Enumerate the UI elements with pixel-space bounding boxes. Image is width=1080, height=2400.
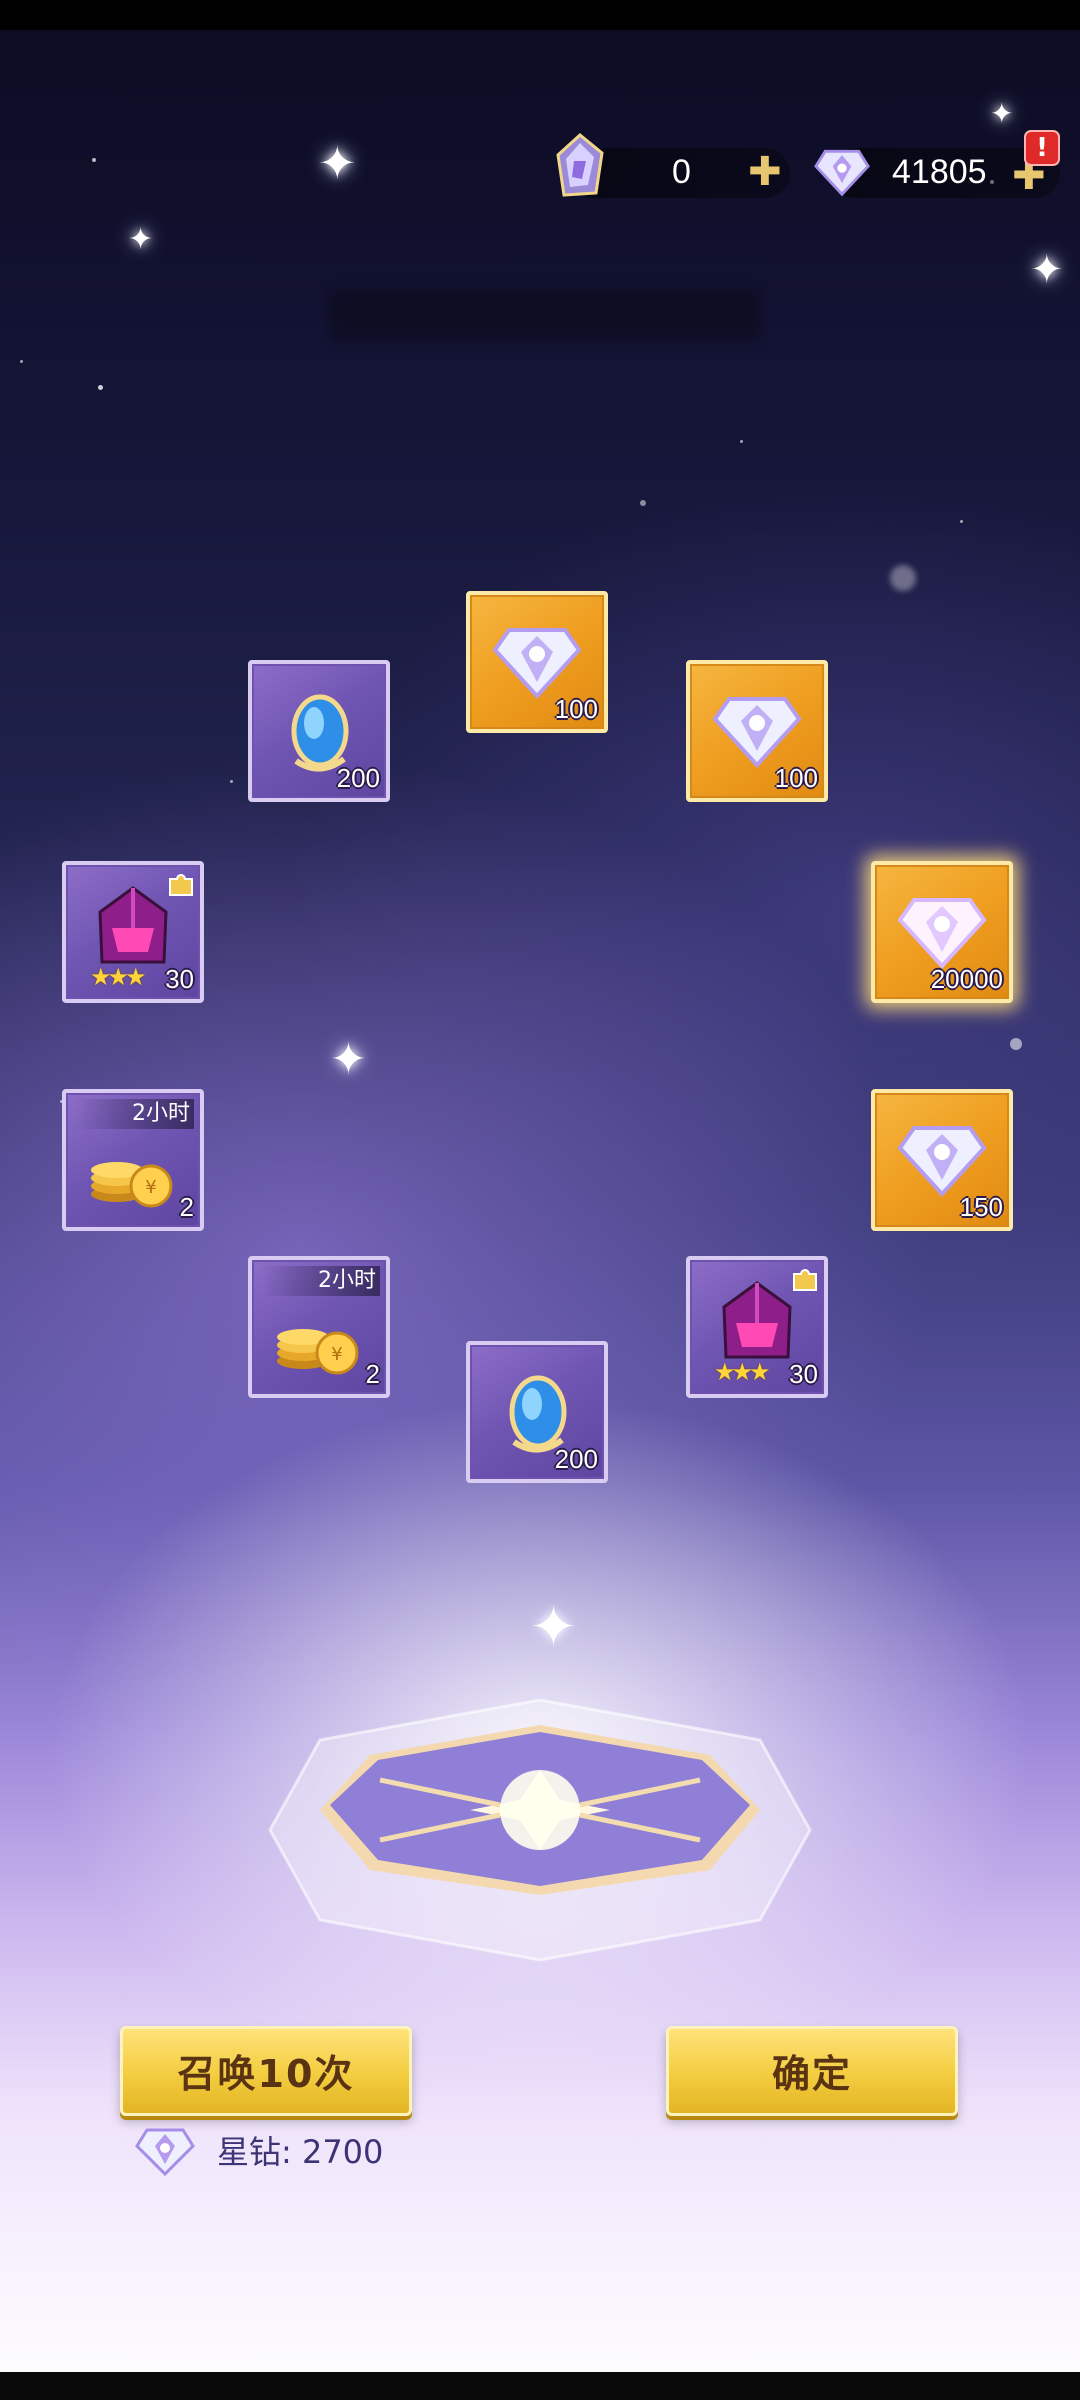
reward-quantity: 100	[554, 694, 598, 724]
navigation-bar	[0, 2372, 1080, 2400]
reward-tile-helmet-shard[interactable]: ★★★ 30	[62, 861, 204, 1003]
diamond-value: 41805	[892, 153, 987, 191]
star	[20, 360, 23, 363]
reward-tile-essence[interactable]: 200	[248, 660, 390, 802]
summon-result-screen: ✦ ✦ ✦ ✦ ✦ ✦ 0 ✚ 41805 ✚ ! 200 100 100 ★★…	[0, 0, 1080, 2400]
sparkle: ✦	[990, 97, 1014, 130]
reward-tile-gold-coins[interactable]: 2小时 ¥ 2	[248, 1256, 390, 1398]
reward-tile-diamond[interactable]: 100	[686, 660, 828, 802]
status-bar	[0, 0, 1080, 30]
reward-quantity: 2	[365, 1359, 380, 1389]
star	[640, 500, 646, 506]
sparkle: ✦	[318, 136, 357, 190]
svg-text:¥: ¥	[331, 1344, 342, 1365]
confirm-button[interactable]: 确定	[666, 2026, 958, 2116]
summon-cost: 星钻: 2700	[135, 2120, 383, 2180]
reward-tile-helmet-shard[interactable]: ★★★ 30	[686, 1256, 828, 1398]
reward-quantity: 20000	[930, 964, 1003, 994]
add-ticket-plus-icon[interactable]: ✚	[748, 152, 782, 192]
ticket-value: 0	[672, 153, 691, 191]
reward-tile-essence[interactable]: 200	[466, 1341, 608, 1483]
reward-quantity: 200	[554, 1444, 598, 1474]
star	[98, 385, 103, 390]
star	[92, 158, 96, 162]
summon-platform	[268, 1698, 812, 1962]
sparkle: ✦	[128, 222, 154, 257]
reward-quantity: 150	[959, 1192, 1003, 1222]
sparkle: ✦	[530, 1595, 577, 1660]
cost-label: 星钻: 2700	[217, 2133, 384, 2171]
star	[740, 440, 743, 443]
star-diamond-icon	[814, 138, 870, 202]
alert-icon: !	[1024, 130, 1060, 166]
reward-tile-diamond[interactable]: 150	[871, 1089, 1013, 1231]
banner-shadow	[330, 290, 760, 340]
summon-ten-button[interactable]: 召唤10次	[120, 2026, 412, 2116]
reward-quantity: 30	[789, 1359, 818, 1389]
star	[230, 780, 233, 783]
reward-quantity: 2	[179, 1192, 194, 1222]
puzzle-piece-icon	[793, 1269, 817, 1291]
star	[960, 520, 963, 523]
puzzle-piece-icon	[169, 874, 193, 896]
star-rating: ★★★	[714, 1358, 771, 1386]
star-diamond-icon	[135, 2128, 195, 2177]
star-rating: ★★★	[90, 963, 147, 991]
crystal-ticket-icon	[552, 133, 608, 200]
sparkle: ✦	[330, 1034, 367, 1085]
reward-quantity: 100	[774, 763, 818, 793]
svg-text:¥: ¥	[145, 1177, 156, 1198]
star	[890, 565, 916, 591]
reward-tile-gold-coins[interactable]: 2小时 ¥ 2	[62, 1089, 204, 1231]
star	[1010, 1038, 1022, 1050]
reward-tile-diamond-grand[interactable]: 20000	[871, 861, 1013, 1003]
reward-quantity: 30	[165, 964, 194, 994]
reward-quantity: 200	[336, 763, 380, 793]
sparkle: ✦	[1030, 247, 1064, 293]
reward-tile-diamond[interactable]: 100	[466, 591, 608, 733]
